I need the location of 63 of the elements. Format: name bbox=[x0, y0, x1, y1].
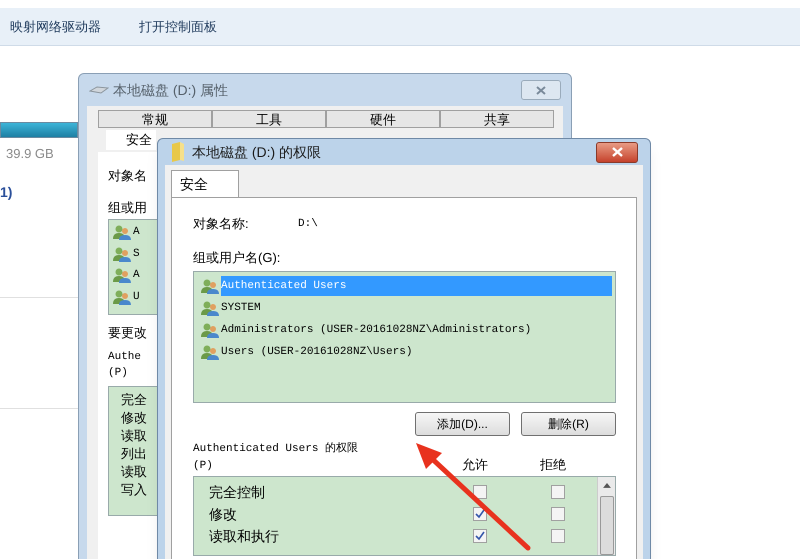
users-icon bbox=[113, 288, 131, 305]
toolbar-button[interactable]: 打开控制面板 bbox=[139, 16, 217, 36]
user-name[interactable]: S bbox=[133, 246, 140, 262]
users-icon bbox=[201, 322, 219, 338]
checkbox[interactable] bbox=[551, 529, 565, 543]
checkbox[interactable] bbox=[551, 507, 565, 521]
group-label: 组或用户名(G): bbox=[193, 248, 282, 267]
users-icon bbox=[113, 267, 131, 284]
permissions-hotkey: (P) bbox=[108, 366, 128, 381]
close-icon bbox=[612, 147, 622, 157]
action-button[interactable]: 添加(D)... bbox=[415, 412, 510, 436]
drive-icon bbox=[89, 85, 109, 95]
window-title: 本地磁盘 (D:) 属性 bbox=[113, 80, 228, 100]
close-icon bbox=[536, 86, 546, 94]
column-header: 允许 bbox=[461, 456, 489, 474]
users-icon bbox=[113, 224, 131, 240]
window-title: 本地磁盘 (D:) 的权限 bbox=[192, 142, 322, 162]
object-name-label: 对象名 bbox=[108, 167, 147, 185]
tab[interactable]: 共享 bbox=[440, 110, 554, 128]
checkbox[interactable] bbox=[473, 529, 487, 543]
drive-count: 1) bbox=[0, 182, 14, 202]
checkbox[interactable] bbox=[551, 485, 565, 499]
permissions-hotkey: (P) bbox=[193, 458, 214, 474]
action-button[interactable]: 删除(R) bbox=[521, 412, 616, 436]
user-name[interactable]: U bbox=[133, 288, 140, 305]
folder-icon bbox=[170, 142, 186, 162]
user-list-item[interactable]: SYSTEM bbox=[221, 298, 261, 318]
users-icon bbox=[113, 246, 131, 262]
close-button[interactable] bbox=[596, 142, 638, 162]
permission-name: 写入 bbox=[121, 480, 148, 498]
users-icon bbox=[201, 300, 219, 316]
permissions-label: Authenticated Users 的权限 bbox=[193, 441, 360, 457]
group-label: 组或用 bbox=[108, 198, 147, 216]
scroll-thumb[interactable] bbox=[600, 496, 614, 555]
permission-name: 读取和执行 bbox=[208, 526, 280, 546]
permission-name: 修改 bbox=[121, 408, 148, 426]
tab[interactable]: 安全 bbox=[171, 170, 239, 197]
user-name[interactable]: A bbox=[133, 267, 140, 284]
scrollbar[interactable] bbox=[597, 477, 615, 555]
permission-name: 读取 bbox=[121, 462, 148, 480]
change-label: 要更改 bbox=[108, 324, 147, 342]
permission-name: 列出 bbox=[121, 444, 148, 462]
scroll-up-icon[interactable] bbox=[602, 483, 610, 488]
permission-name: 完全控制 bbox=[208, 482, 266, 502]
user-list-item[interactable]: Administrators (USER-20161028NZ\Administrators) bbox=[221, 320, 532, 340]
drive-size: 39.9 GB bbox=[5, 145, 55, 163]
tab[interactable]: 常规 bbox=[98, 110, 212, 128]
permission-name: 读取 bbox=[121, 426, 148, 444]
tab[interactable]: 工具 bbox=[212, 110, 326, 128]
users-icon bbox=[201, 278, 219, 294]
object-name-label: 对象名称: bbox=[193, 215, 250, 233]
tab[interactable]: 硬件 bbox=[326, 110, 440, 128]
tab[interactable]: 安全 bbox=[106, 130, 156, 150]
column-header: 拒绝 bbox=[539, 456, 567, 474]
user-list-item[interactable]: Users (USER-20161028NZ\Users) bbox=[221, 342, 412, 362]
toolbar-button[interactable]: 映射网络驱动器 bbox=[10, 16, 101, 36]
object-name-value: D:\ bbox=[298, 216, 318, 232]
users-icon bbox=[201, 344, 219, 360]
permission-name: 修改 bbox=[208, 504, 238, 524]
permission-name: 完全 bbox=[121, 390, 148, 408]
user-name[interactable]: A bbox=[133, 224, 140, 240]
checkbox[interactable] bbox=[473, 485, 487, 499]
permissions-label: Authe bbox=[108, 350, 142, 364]
